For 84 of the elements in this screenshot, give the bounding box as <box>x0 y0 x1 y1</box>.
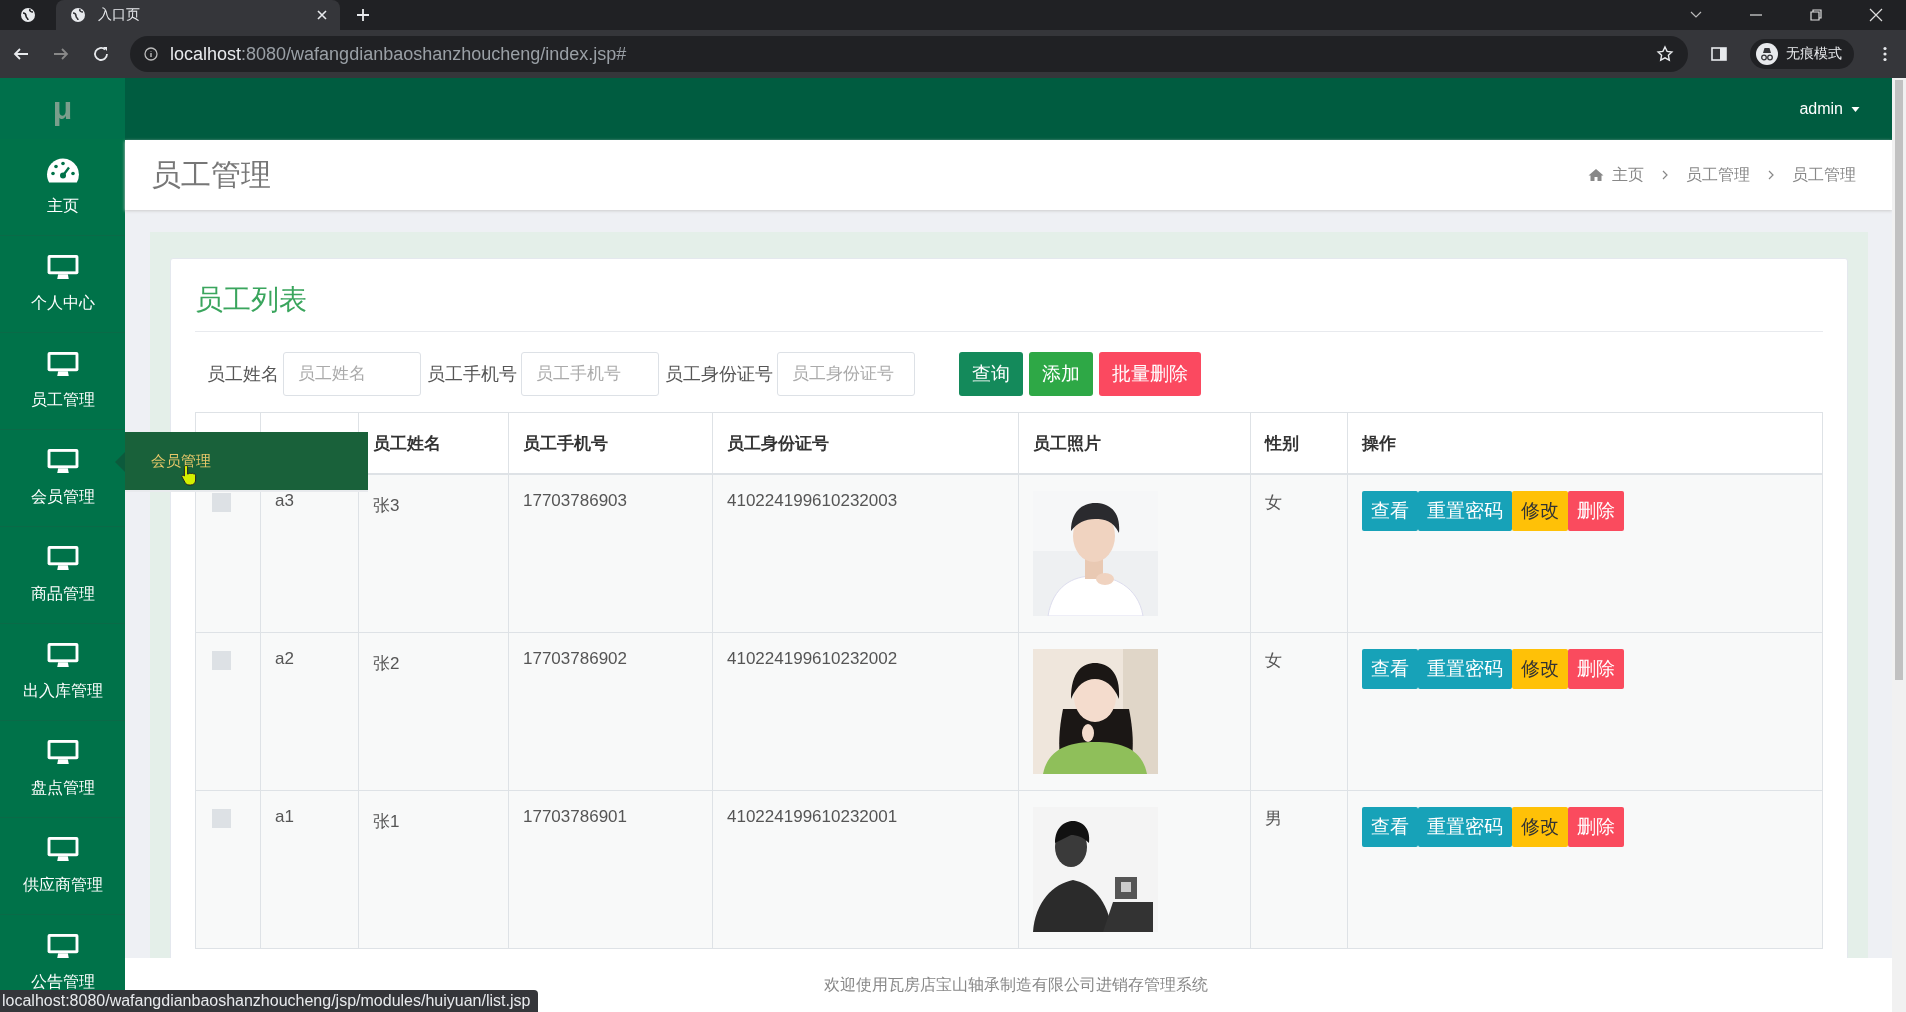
monitor-icon <box>45 933 80 960</box>
monitor-icon <box>45 642 80 669</box>
address-bar[interactable]: localhost:8080/wafangdianbaoshanzhoucheng/index.jsp# <box>130 36 1688 72</box>
table-cell-text: 张1 <box>373 811 400 833</box>
row-checkbox[interactable] <box>212 651 231 670</box>
row-action-button[interactable]: 删除 <box>1568 491 1624 531</box>
field-label: 员工身份证号 <box>665 363 773 386</box>
incognito-icon <box>1756 43 1778 65</box>
table-cell: 410224199610232002 <box>727 649 898 668</box>
table-cell: 男 <box>1265 809 1282 828</box>
field-label: 员工姓名 <box>207 363 279 386</box>
row-action-button[interactable]: 修改 <box>1512 807 1568 847</box>
table-cell: 410224199610232003 <box>727 491 898 510</box>
action-button[interactable]: 添加 <box>1029 352 1093 396</box>
sidebar-item[interactable]: 商品管理 <box>0 527 125 624</box>
row-action-button[interactable]: 查看 <box>1362 807 1418 847</box>
monitor-icon <box>45 254 80 281</box>
info-icon[interactable] <box>144 47 158 61</box>
incognito-badge[interactable]: 无痕模式 <box>1750 39 1854 69</box>
row-action-button[interactable]: 删除 <box>1568 807 1624 847</box>
monitor-icon <box>45 448 80 475</box>
globe-icon <box>70 7 86 23</box>
table-cell: 女 <box>1265 493 1282 512</box>
row-action-button[interactable]: 修改 <box>1512 491 1568 531</box>
flyout-menu-item[interactable]: 会员管理 <box>151 451 211 471</box>
monitor-icon <box>45 351 80 378</box>
monitor-icon <box>45 836 80 863</box>
monitor-icon <box>45 739 80 766</box>
close-icon[interactable] <box>1869 8 1883 22</box>
chevron-right-icon <box>1662 170 1668 180</box>
table-cell: 17703786901 <box>523 807 627 826</box>
home-icon <box>1588 168 1604 182</box>
scrollbar[interactable] <box>1892 78 1906 1012</box>
input-field[interactable]: 员工手机号 <box>521 352 659 396</box>
breadcrumb-link[interactable]: 员工管理 <box>1792 164 1856 186</box>
breadcrumb-link[interactable]: 主页 <box>1612 164 1644 186</box>
sidebar-item[interactable]: 员工管理 <box>0 333 125 430</box>
sidebar-icon[interactable] <box>1710 45 1728 63</box>
sidebar-item[interactable]: 主页 <box>0 139 125 236</box>
reload-icon[interactable] <box>92 45 110 63</box>
restore-icon[interactable] <box>1809 8 1823 22</box>
row-action-button[interactable]: 查看 <box>1362 649 1418 689</box>
sidebar-item[interactable]: 个人中心 <box>0 236 125 333</box>
sidebar-item[interactable]: 出入库管理 <box>0 624 125 721</box>
table-cell: a1 <box>275 807 294 826</box>
gauge-icon <box>45 157 80 184</box>
table-cell: 女 <box>1265 651 1282 670</box>
row-action-button[interactable]: 删除 <box>1568 649 1624 689</box>
row-checkbox[interactable] <box>212 493 231 512</box>
action-button[interactable]: 批量删除 <box>1099 352 1201 396</box>
table-cell: a2 <box>275 649 294 668</box>
close-icon[interactable] <box>316 9 328 21</box>
input-field[interactable]: 员工姓名 <box>283 352 421 396</box>
table-cell: a3 <box>275 491 294 510</box>
globe-icon[interactable] <box>20 7 36 23</box>
footer-text: 欢迎使用瓦房店宝山轴承制造有限公司进销存管理系统 <box>823 974 1208 995</box>
table-cell: 410224199610232001 <box>727 807 898 826</box>
monitor-icon <box>45 545 80 572</box>
sidebar-item[interactable]: 供应商管理 <box>0 818 125 915</box>
table-cell: 17703786903 <box>523 491 627 510</box>
row-checkbox[interactable] <box>212 809 231 828</box>
card-title: 员工列表 <box>195 275 1823 332</box>
table-cell-text: 张2 <box>373 653 400 675</box>
browser-tab[interactable]: 入口页 <box>56 0 340 30</box>
table-cell: 17703786902 <box>523 649 627 668</box>
caret-icon <box>1851 106 1860 112</box>
row-action-button[interactable]: 重置密码 <box>1418 807 1512 847</box>
plus-icon[interactable] <box>356 8 370 22</box>
row-action-button[interactable]: 重置密码 <box>1418 491 1512 531</box>
field-label: 员工手机号 <box>427 363 517 386</box>
action-button[interactable]: 查询 <box>959 352 1023 396</box>
chevron-right-icon <box>1768 170 1774 180</box>
input-field[interactable]: 员工身份证号 <box>777 352 915 396</box>
flyout-pointer <box>115 452 125 472</box>
table-cell-text: 张3 <box>373 495 400 517</box>
star-icon[interactable] <box>1656 45 1674 63</box>
row-action-button[interactable]: 重置密码 <box>1418 649 1512 689</box>
breadcrumb-link[interactable]: 员工管理 <box>1686 164 1750 186</box>
row-action-button[interactable]: 查看 <box>1362 491 1418 531</box>
sidebar-item[interactable]: 盘点管理 <box>0 721 125 818</box>
link-url-tooltip: localhost:8080/wafangdianbaoshanzhoucheng/jsp/modules/huiyuan/list.jsp <box>0 990 539 1012</box>
user-menu[interactable]: admin <box>1799 100 1843 118</box>
page-title: 员工管理 <box>151 156 271 193</box>
row-action-button[interactable]: 修改 <box>1512 649 1568 689</box>
